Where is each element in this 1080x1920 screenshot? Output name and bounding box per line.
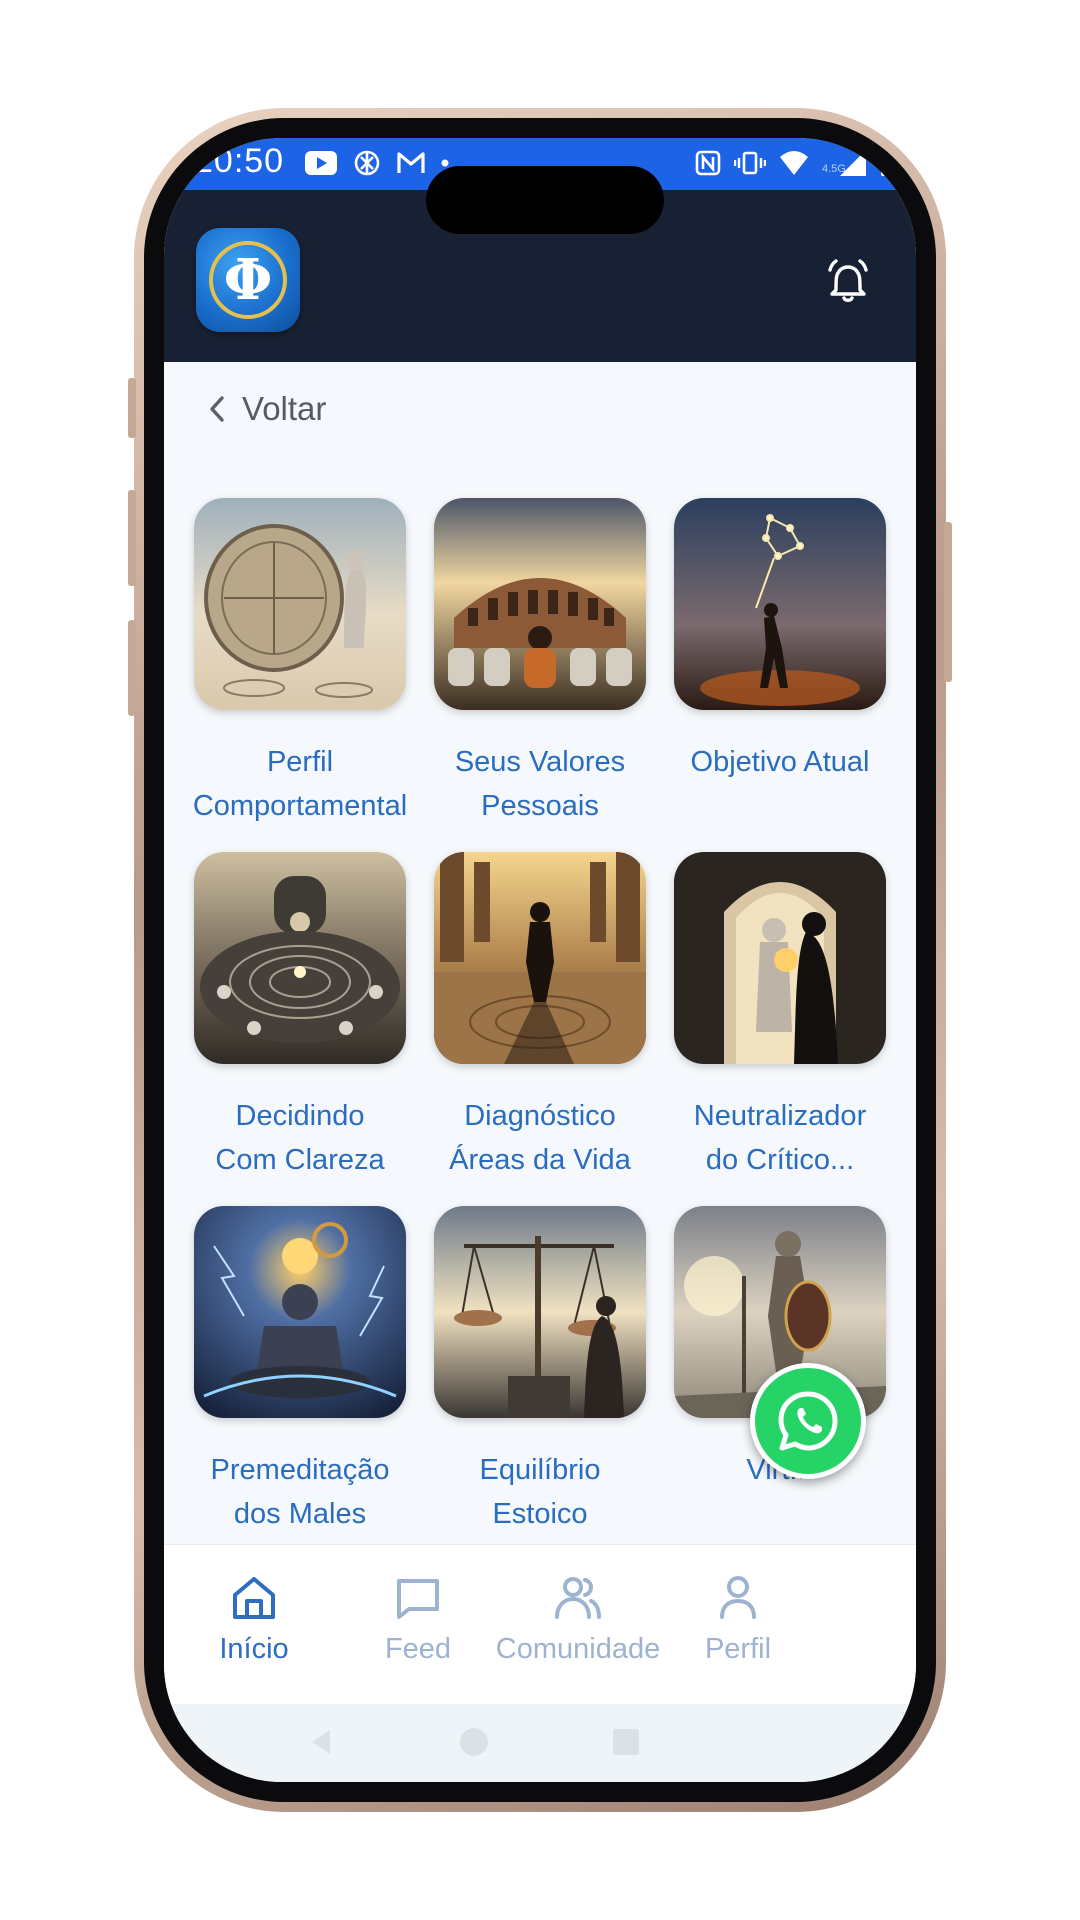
logo-letter: Φ (223, 247, 273, 313)
nav-item-feed[interactable]: Feed (328, 1571, 508, 1666)
module-card-seus-valores-pessoais[interactable]: Seus Valores Pessoais (434, 498, 646, 852)
nav-label: Feed (384, 1633, 452, 1665)
temple-path-image (434, 852, 646, 1064)
colosseum-image (434, 498, 646, 710)
module-card-diagnostico-areas-da-vida[interactable]: Diagnóstico Áreas da Vida (434, 852, 646, 1206)
bell-icon[interactable] (820, 254, 876, 310)
module-label: Perfil Comportamental (192, 746, 408, 822)
system-navigation-bar (164, 1704, 916, 1782)
module-label: Decidindo Com Clareza (215, 1100, 385, 1176)
system-back-icon[interactable] (304, 1724, 340, 1760)
module-label: Objetivo Atual (690, 746, 870, 778)
module-label: Seus Valores Pessoais (454, 746, 626, 822)
vibrate-icon (734, 146, 766, 180)
archer-constellation-image (674, 498, 886, 710)
dynamic-island (426, 166, 664, 234)
battery-icon (880, 146, 896, 180)
nav-item-comunidade[interactable]: Comunidade (488, 1571, 668, 1666)
module-card-objetivo-atual[interactable]: Objetivo Atual (674, 498, 886, 852)
module-card-premeditacao-dos-males[interactable]: Premeditação dos Males (194, 1206, 406, 1560)
nfc-icon (694, 146, 722, 180)
bottom-navigation: Início Feed Comunidade Perfil (164, 1544, 916, 1704)
back-label: Voltar (242, 390, 327, 427)
labyrinth-table-image (194, 852, 406, 1064)
module-card-decidindo-com-clareza[interactable]: Decidindo Com Clareza (194, 852, 406, 1206)
back-button[interactable]: Voltar (206, 384, 326, 434)
network-type-label: 4.5G (822, 163, 846, 175)
module-label: Diagnóstico Áreas da Vida (449, 1100, 631, 1176)
cellular-signal-icon: 4.5G (822, 146, 868, 180)
module-label: Equilíbrio Estoico (479, 1454, 601, 1530)
gmail-icon (396, 146, 426, 180)
module-card-equilibrio-estoico[interactable]: Equilíbrio Estoico (434, 1206, 646, 1560)
whatsapp-icon (778, 1391, 838, 1451)
stoic-compass-image (194, 498, 406, 710)
youtube-icon (304, 146, 338, 180)
phone-volume-up (128, 490, 136, 586)
wifi-icon (778, 146, 810, 180)
system-home-icon[interactable] (456, 1724, 492, 1760)
module-label: Neutralizador do Crítico... (693, 1100, 867, 1176)
scales-image (434, 1206, 646, 1418)
phone-screen: 20:50 4.5G Φ Voltar Perfil Comportamenta… (164, 138, 916, 1782)
module-label: Premeditação dos Males (210, 1454, 390, 1530)
home-icon (233, 1577, 275, 1619)
nav-label: Início (219, 1633, 289, 1665)
system-recents-icon[interactable] (608, 1724, 644, 1760)
nav-item-perfil[interactable]: Perfil (648, 1571, 828, 1666)
chevron-left-icon (210, 396, 224, 422)
whatsapp-button[interactable] (750, 1363, 866, 1479)
phone-volume-down (128, 620, 136, 716)
module-card-neutralizador-do-critico[interactable]: Neutralizador do Crítico... (674, 852, 886, 1206)
meditating-sage-image (194, 1206, 406, 1418)
chatgpt-icon (352, 146, 382, 180)
statue-arch-image (674, 852, 886, 1064)
nav-label: Perfil (704, 1633, 772, 1665)
nav-item-inicio[interactable]: Início (164, 1571, 344, 1666)
user-icon (720, 1576, 756, 1619)
app-logo[interactable]: Φ (196, 228, 300, 332)
status-time: 20:50 (194, 142, 285, 180)
phone-power-button (944, 522, 952, 682)
module-card-perfil-comportamental[interactable]: Perfil Comportamental (193, 498, 407, 852)
nav-label: Comunidade (495, 1633, 661, 1665)
users-icon (555, 1577, 601, 1619)
phone-side-button (128, 378, 136, 438)
chat-bubble-icon (397, 1579, 439, 1619)
